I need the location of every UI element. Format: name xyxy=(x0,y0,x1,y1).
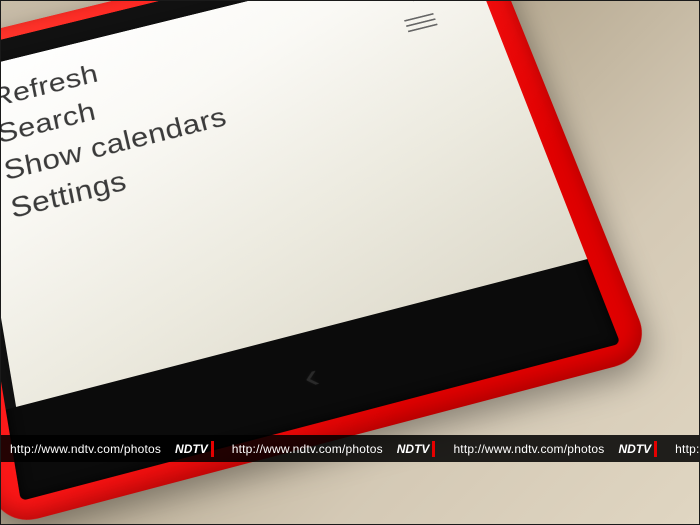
add-icon[interactable]: + xyxy=(395,0,430,10)
watermark-logo: NDTV xyxy=(393,435,444,462)
watermark-strip: http://www.ndtv.com/photos NDTV http://w… xyxy=(0,435,700,462)
menu-list: Refresh Search Show calendars Settings xyxy=(0,28,281,380)
watermark-url: http://www.ndtv.com/photos xyxy=(222,435,393,462)
watermark-url: http://www.ndtv.com/photos xyxy=(665,435,700,462)
back-icon[interactable]: ‹ xyxy=(299,356,324,398)
watermark-logo: NDTV xyxy=(171,435,222,462)
watermark-logo: NDTV xyxy=(614,435,665,462)
more-menu-icon[interactable] xyxy=(404,13,438,32)
watermark-url: http://www.ndtv.com/photos xyxy=(443,435,614,462)
watermark-url: http://www.ndtv.com/photos xyxy=(0,435,171,462)
